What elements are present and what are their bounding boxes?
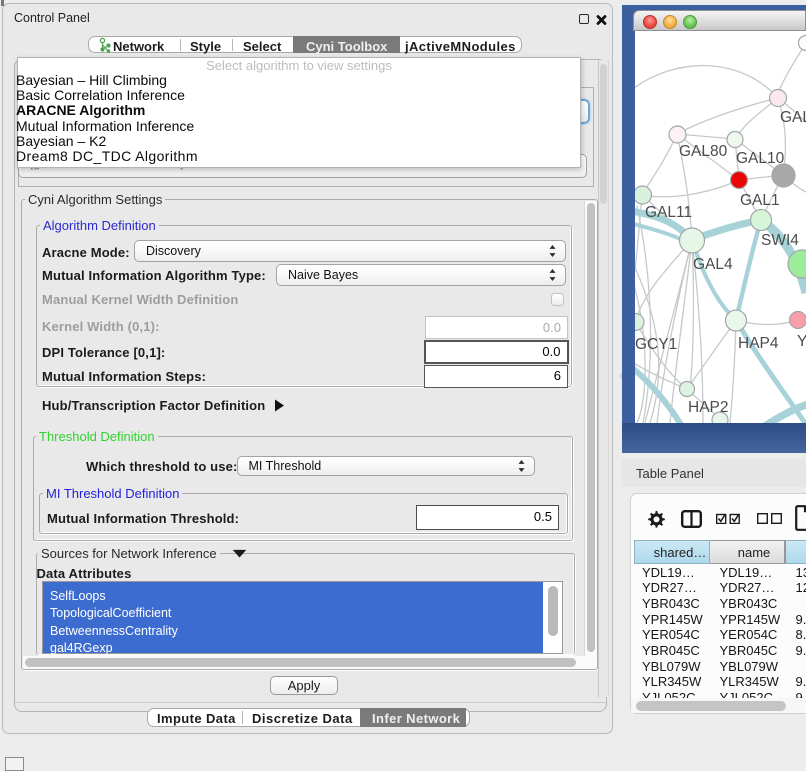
svg-text:GAL10: GAL10	[736, 150, 785, 167]
svg-text:SWI4: SWI4	[761, 232, 799, 249]
svg-text:GAL7: GAL7	[780, 109, 806, 126]
svg-text:GCY1: GCY1	[635, 336, 677, 353]
svg-text:Y: Y	[797, 333, 806, 350]
svg-text:HAP4: HAP4	[738, 335, 779, 352]
svg-text:HAP2: HAP2	[688, 399, 729, 416]
svg-text:GAL1: GAL1	[740, 192, 780, 209]
svg-text:GAL80: GAL80	[679, 143, 728, 160]
svg-text:GAL11: GAL11	[645, 204, 692, 221]
svg-text:GAL4: GAL4	[693, 256, 733, 273]
